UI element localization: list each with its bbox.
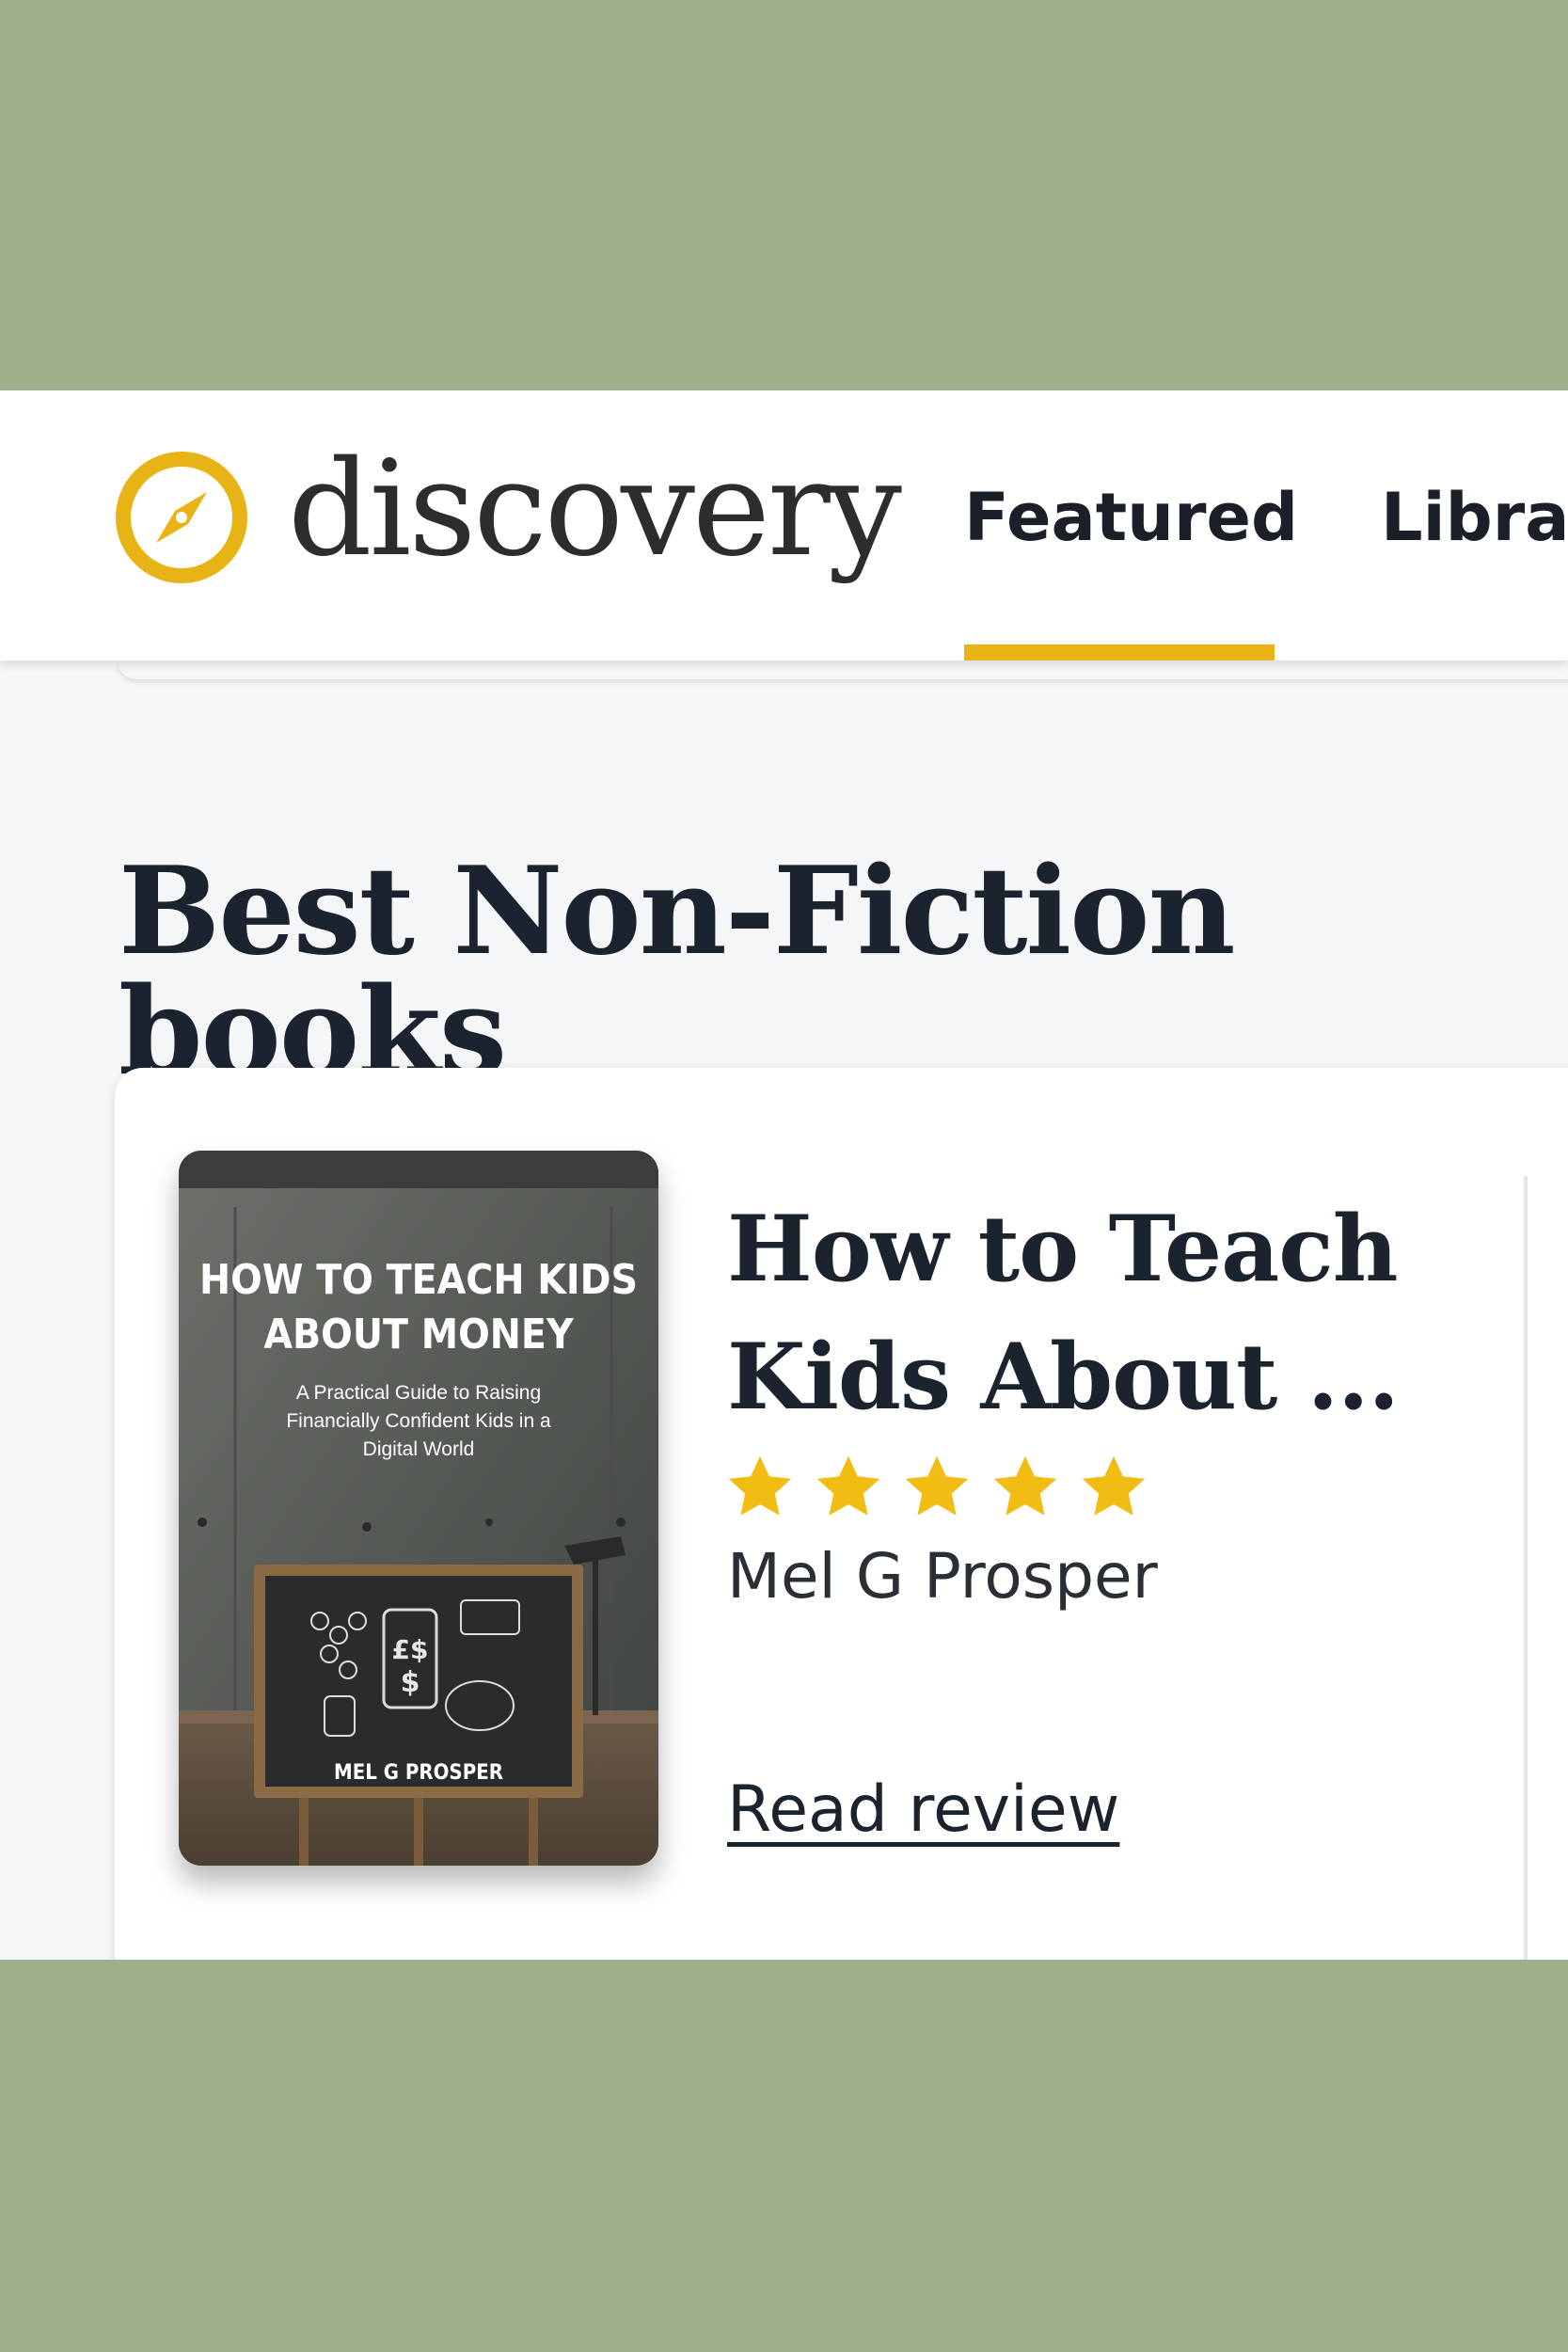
cover-subtitle-line2: Financially Confident Kids in a [286, 1410, 551, 1432]
cover-title-line1: HOW TO TEACH KIDS [199, 1256, 638, 1304]
brand-name: discovery [288, 433, 902, 586]
cover-subtitle-line1: A Practical Guide to Raising [296, 1382, 541, 1404]
section-title: Best Non-Fiction books [119, 841, 1236, 1103]
book-cover[interactable]: HOW TO TEACH KIDS ABOUT MONEY A Practica… [179, 1151, 658, 1866]
star-icon [816, 1455, 880, 1516]
top-navigation-bar: discovery Featured Library [0, 390, 1568, 660]
book-title[interactable]: How to Teach Kids About ... [727, 1185, 1404, 1441]
star-icon [1082, 1455, 1146, 1516]
book-cover-art: HOW TO TEACH KIDS ABOUT MONEY A Practica… [179, 1151, 658, 1866]
star-icon [905, 1455, 969, 1516]
card-divider [1524, 1176, 1528, 1960]
star-icon [993, 1455, 1057, 1516]
cover-board-symbols: £$ [392, 1634, 429, 1665]
tab-library[interactable]: Library [1381, 485, 1568, 550]
cover-title-line2: ABOUT MONEY [263, 1311, 575, 1359]
read-review-link[interactable]: Read review [727, 1778, 1119, 1842]
header-edge [118, 660, 1568, 679]
compass-icon [116, 452, 247, 583]
star-rating [724, 1452, 1149, 1523]
cover-board-dollar: $ [401, 1666, 420, 1699]
cover-subtitle-line3: Digital World [363, 1438, 475, 1460]
logo[interactable]: discovery [113, 444, 902, 586]
star-icon [728, 1455, 792, 1516]
active-tab-indicator [964, 644, 1275, 660]
book-author: Mel G Prosper [727, 1540, 1158, 1613]
app-frame: discovery Featured Library Best Non-Fict… [0, 390, 1568, 1960]
cover-author: MEL G PROSPER [334, 1761, 503, 1785]
tab-featured[interactable]: Featured [964, 485, 1298, 550]
